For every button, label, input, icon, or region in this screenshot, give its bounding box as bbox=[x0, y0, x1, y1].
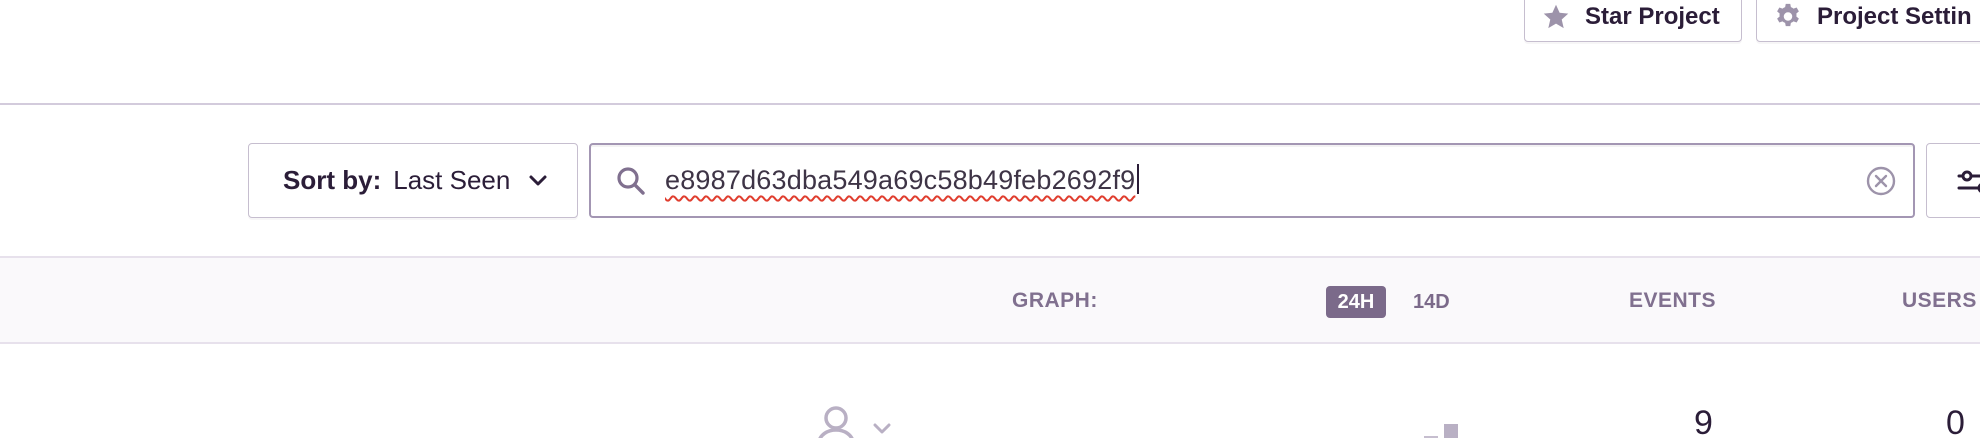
sort-value: Last Seen bbox=[393, 165, 511, 195]
clear-search-icon[interactable] bbox=[1865, 165, 1897, 202]
users-column-header: USERS bbox=[1902, 289, 1977, 312]
period-toggle-14d[interactable]: 14D bbox=[1413, 291, 1450, 314]
star-project-button[interactable]: Star Project bbox=[1524, 0, 1742, 42]
sliders-icon bbox=[1957, 168, 1980, 201]
event-count: 9 bbox=[1694, 404, 1713, 438]
project-settings-label: Project Settin bbox=[1817, 3, 1972, 30]
assignee-user-icon[interactable] bbox=[814, 404, 858, 438]
search-query-text: e8987d63dba549a69c58b49feb2692f9 bbox=[665, 164, 1140, 196]
events-column-header: EVENTS bbox=[1629, 289, 1717, 312]
chevron-down-icon bbox=[528, 174, 548, 188]
project-header-actions: Star Project Project Settin bbox=[0, 0, 1980, 44]
issue-list-header: GRAPH: 24H 14D EVENTS USERS bbox=[0, 256, 1980, 344]
search-icon bbox=[615, 165, 647, 202]
search-input[interactable]: e8987d63dba549a69c58b49feb2692f9 bbox=[589, 143, 1915, 218]
header-divider bbox=[0, 103, 1980, 105]
project-settings-button[interactable]: Project Settin bbox=[1756, 0, 1980, 42]
star-icon bbox=[1541, 2, 1571, 32]
star-project-label: Star Project bbox=[1585, 3, 1720, 30]
sort-dropdown[interactable]: Sort by: Last Seen bbox=[248, 143, 578, 218]
text-cursor bbox=[1137, 164, 1140, 194]
sort-prefix: Sort by: bbox=[283, 165, 382, 195]
chevron-down-icon[interactable] bbox=[872, 422, 892, 438]
period-toggle-24h[interactable]: 24H bbox=[1326, 286, 1386, 318]
event-sparkline bbox=[1424, 422, 1464, 438]
issue-row[interactable]: 9 0 bbox=[0, 344, 1980, 438]
graph-label: GRAPH: bbox=[1012, 289, 1098, 312]
user-count: 0 bbox=[1946, 404, 1965, 438]
gear-icon bbox=[1773, 2, 1803, 32]
advanced-filter-button[interactable] bbox=[1926, 143, 1980, 218]
